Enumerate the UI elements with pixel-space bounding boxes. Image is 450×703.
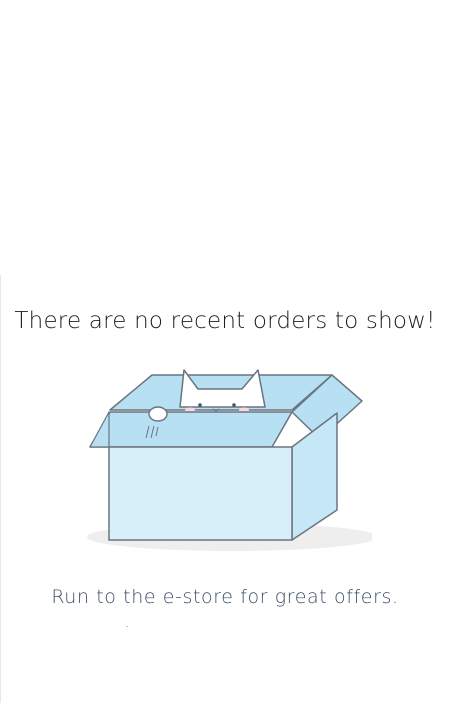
empty-state-subtext: Run to the e-store for great offers. — [51, 586, 399, 608]
orders-page: There are no recent orders to show! Run … — [0, 0, 450, 703]
blank-area — [0, 0, 450, 275]
empty-state-title: There are no recent orders to show! — [14, 308, 436, 334]
divider-dot — [126, 626, 128, 627]
cat-in-box-icon — [82, 365, 377, 560]
